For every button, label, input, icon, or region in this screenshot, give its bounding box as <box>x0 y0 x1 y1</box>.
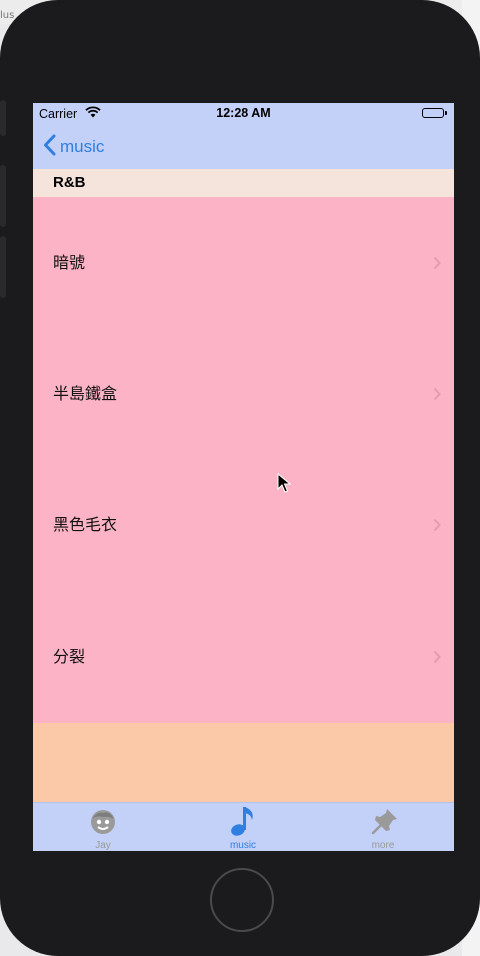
volume-up-button <box>0 165 6 227</box>
row-title: 暗號 <box>53 253 86 272</box>
tab-jay-label: Jay <box>95 840 111 851</box>
tab-music[interactable]: music <box>173 803 313 851</box>
navigation-bar: music <box>33 125 454 169</box>
chevron-left-icon <box>43 134 56 160</box>
table-row[interactable]: 分裂 <box>33 591 454 723</box>
simulator-window-label: lus <box>0 10 15 21</box>
iphone-device-frame: Carrier 12:28 AM music R&B 暗號 半島鐵盒 黑色毛衣 … <box>0 0 480 956</box>
face-icon <box>89 807 117 839</box>
tab-more[interactable]: more <box>313 803 453 851</box>
back-button-label: music <box>60 137 105 156</box>
phone-screen: Carrier 12:28 AM music R&B 暗號 半島鐵盒 黑色毛衣 … <box>33 103 454 851</box>
chevron-right-icon <box>433 255 441 274</box>
mute-switch <box>0 100 6 136</box>
back-button[interactable]: music <box>43 134 104 160</box>
table-footer-area <box>33 723 454 802</box>
row-title: 半島鐵盒 <box>53 384 118 403</box>
music-note-icon <box>229 805 257 841</box>
battery-tip <box>445 111 447 115</box>
tab-more-label: more <box>371 840 395 851</box>
mouse-cursor-icon <box>277 472 292 497</box>
row-title: 分裂 <box>53 647 86 666</box>
volume-down-button <box>0 236 6 298</box>
battery-icon <box>422 108 444 118</box>
chevron-right-icon <box>433 517 441 536</box>
chevron-right-icon <box>433 649 441 668</box>
tab-music-label: music <box>229 840 257 851</box>
tab-jay[interactable]: Jay <box>33 803 173 851</box>
pin-icon <box>371 807 399 839</box>
status-time: 12:28 AM <box>216 106 271 120</box>
tab-bar: Jay music more <box>33 802 454 851</box>
section-header: R&B <box>33 169 454 197</box>
status-bar: Carrier 12:28 AM <box>33 103 454 125</box>
home-button[interactable] <box>210 868 274 932</box>
row-title: 黑色毛衣 <box>53 515 118 534</box>
table-row[interactable]: 暗號 <box>33 197 454 329</box>
table-row[interactable]: 黑色毛衣 <box>33 459 454 591</box>
chevron-right-icon <box>433 386 441 405</box>
table-row[interactable]: 半島鐵盒 <box>33 328 454 460</box>
song-table: 暗號 半島鐵盒 黑色毛衣 分裂 <box>33 197 454 723</box>
